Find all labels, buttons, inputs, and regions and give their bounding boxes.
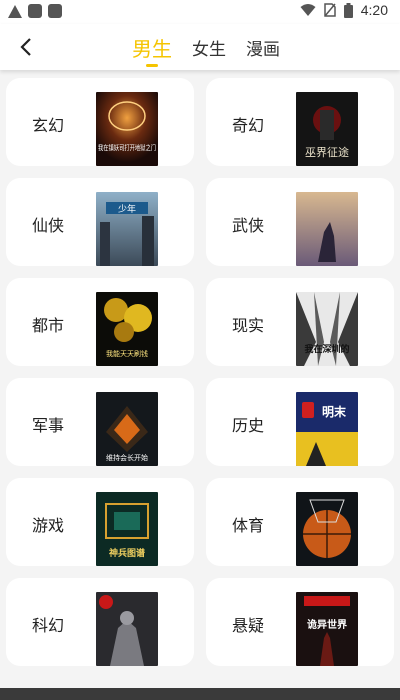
category-label: 都市 bbox=[32, 316, 65, 335]
book-cover-image: 维持会长开始 bbox=[96, 392, 158, 466]
book-cover-image: 少年 bbox=[96, 192, 158, 266]
category-label: 悬疑 bbox=[232, 616, 265, 635]
book-cover-image: 我在镇妖司打开地狱之门 bbox=[96, 92, 158, 166]
cover-title: 巫界征途 bbox=[305, 145, 349, 159]
category-label: 历史 bbox=[232, 416, 265, 435]
wifi-icon bbox=[300, 4, 316, 16]
book-cover-image: 我在深圳的 bbox=[296, 292, 358, 366]
warning-icon bbox=[8, 5, 22, 18]
category-card-xianxia[interactable]: 仙侠 少年 bbox=[6, 178, 194, 266]
book-cover-image: 诡异世界 bbox=[296, 592, 358, 666]
bottom-bar bbox=[0, 688, 400, 700]
book-cover-image: 神兵图谱 bbox=[96, 492, 158, 566]
cover-title: 维持会长开始 bbox=[106, 453, 148, 462]
category-card-kehuan[interactable]: 科幻 bbox=[6, 578, 194, 666]
category-card-youxi[interactable]: 游戏 神兵图谱 bbox=[6, 478, 194, 566]
app-notification-icon bbox=[48, 4, 62, 18]
category-label: 武侠 bbox=[232, 216, 265, 235]
category-label: 军事 bbox=[32, 416, 65, 435]
top-bar: 男生 女生 漫画 bbox=[0, 24, 400, 70]
category-label: 玄幻 bbox=[32, 116, 65, 135]
back-arrow-icon bbox=[20, 38, 31, 56]
system-status: 4:20 bbox=[300, 2, 388, 18]
cover-title: 神兵图谱 bbox=[109, 547, 145, 559]
category-label: 现实 bbox=[232, 316, 265, 335]
cover-title: 明末 bbox=[322, 404, 347, 419]
category-card-xuanyi[interactable]: 悬疑 诡异世界 bbox=[206, 578, 394, 666]
tab-comic[interactable]: 漫画 bbox=[246, 24, 280, 70]
status-bar: 4:20 bbox=[0, 0, 400, 24]
cover-title: 我在镇妖司打开地狱之门 bbox=[98, 143, 156, 152]
category-card-junshi[interactable]: 军事 维持会长开始 bbox=[6, 378, 194, 466]
battery-icon bbox=[343, 2, 353, 18]
app-notification-icon bbox=[28, 4, 42, 18]
category-grid: 玄幻 我在镇妖司打开地狱之门 奇幻 巫界征途 仙侠 bbox=[6, 78, 394, 666]
category-card-dushi[interactable]: 都市 我能天天刷钱 bbox=[6, 278, 194, 366]
book-cover-image: 我能天天刷钱 bbox=[96, 292, 158, 366]
book-cover-image bbox=[96, 592, 158, 666]
cover-title: 诡异世界 bbox=[307, 618, 347, 631]
cover-title: 我在深圳的 bbox=[304, 343, 349, 355]
category-card-lishi[interactable]: 历史 明末 bbox=[206, 378, 394, 466]
tab-male[interactable]: 男生 bbox=[132, 24, 172, 70]
cover-title: 我能天天刷钱 bbox=[106, 349, 148, 358]
tab-female[interactable]: 女生 bbox=[192, 24, 226, 70]
category-label: 体育 bbox=[232, 516, 265, 535]
category-label: 科幻 bbox=[32, 616, 65, 635]
cover-title: 少年 bbox=[118, 203, 136, 215]
category-tabs: 男生 女生 漫画 bbox=[132, 24, 300, 70]
category-card-qihuan[interactable]: 奇幻 巫界征途 bbox=[206, 78, 394, 166]
book-cover-image bbox=[296, 492, 358, 566]
no-sim-icon bbox=[324, 3, 336, 17]
book-cover-image: 巫界征途 bbox=[296, 92, 358, 166]
category-card-tiyu[interactable]: 体育 bbox=[206, 478, 394, 566]
back-button[interactable] bbox=[10, 32, 42, 62]
book-cover-image: 明末 bbox=[296, 392, 358, 466]
category-card-xuanhuan[interactable]: 玄幻 我在镇妖司打开地狱之门 bbox=[6, 78, 194, 166]
book-cover-image bbox=[296, 192, 358, 266]
category-card-xianshi[interactable]: 现实 我在深圳的 bbox=[206, 278, 394, 366]
category-label: 游戏 bbox=[32, 516, 65, 535]
category-label: 奇幻 bbox=[232, 116, 265, 135]
category-label: 仙侠 bbox=[32, 216, 65, 235]
notification-icons bbox=[8, 4, 62, 18]
category-card-wuxia[interactable]: 武侠 bbox=[206, 178, 394, 266]
clock: 4:20 bbox=[360, 2, 388, 18]
